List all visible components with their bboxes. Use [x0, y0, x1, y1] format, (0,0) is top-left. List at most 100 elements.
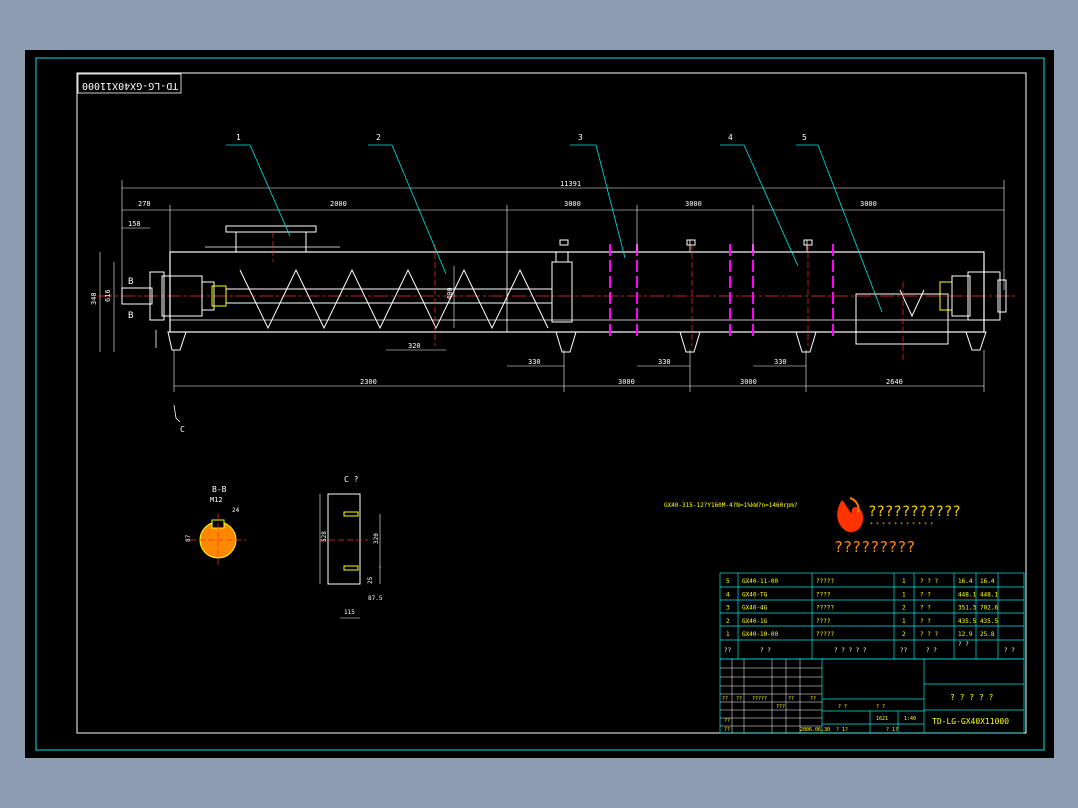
bom-cell-qty: 1	[902, 578, 906, 585]
bom-cell-code: GX40-TG	[742, 591, 768, 598]
tb-cell-6: ???	[776, 704, 785, 710]
tb-cell-4: ??	[788, 696, 794, 702]
bom-cell-w1: 351.3	[958, 605, 976, 612]
dim-height-inner: 616	[104, 289, 112, 302]
section-c-label: C	[180, 425, 185, 434]
dim-bottom-1: 2300	[360, 378, 377, 386]
bom-cell-code: GX40-11-00	[742, 578, 779, 585]
tb-cell-1: ??	[722, 696, 728, 702]
company-subline: * * * * * * * * * * *	[870, 522, 933, 528]
tb-cell-10: ??	[724, 727, 730, 733]
tb-cell-8: ? ?	[876, 704, 885, 710]
bom-cell-qty: 2	[902, 605, 906, 612]
dim-bottom-4: 2640	[886, 378, 903, 386]
bom-cell-w2: 16.4	[980, 578, 995, 585]
cad-drawing-canvas: TD-LG-GX40X11000 11391 278 2000 3000 300…	[25, 50, 1054, 758]
bom-cell-mat: ? ?	[920, 591, 931, 598]
title-code: TD-LG-GX40X11000	[932, 717, 1009, 726]
dim-height-outer: 340	[90, 292, 98, 305]
tb-cell-11: ? 1?	[836, 727, 848, 733]
dim-pitch: 320	[408, 342, 421, 350]
bom-header-rem: ? ?	[1004, 647, 1015, 654]
dim-overall: 11391	[560, 180, 581, 188]
bom-header-mat: ? ?	[926, 647, 937, 654]
dim-spacing-1: 330	[528, 358, 541, 366]
section-bb-subtitle: M12	[210, 496, 223, 504]
tb-cell-7: ? ?	[838, 704, 847, 710]
dim-top-5: 3000	[860, 200, 877, 208]
bom-cell-name: ?????	[816, 605, 834, 612]
section-b-top: B	[128, 277, 133, 287]
bom-cell-w1: 448.1	[958, 591, 976, 598]
dim-spacing-2: 330	[658, 358, 671, 366]
bom-cell-w2: 702.6	[980, 605, 998, 612]
bom-cell-code: GX40-4G	[742, 605, 768, 612]
tb-date: 2006.06.30	[800, 727, 830, 733]
tb-cell-5: ??	[810, 696, 816, 702]
tb-weight: 1621	[876, 716, 888, 722]
dim-top-3: 3000	[564, 200, 581, 208]
detail-offset: 87.5	[368, 595, 383, 602]
drawing-name: ? ? ? ? ?	[950, 693, 994, 702]
bom-cell-qty: 1	[902, 618, 906, 625]
detail-c-title: C ?	[344, 475, 359, 484]
dim-bottom-2: 3000	[618, 378, 635, 386]
tb-cell-3: ?????	[752, 696, 767, 702]
dim-top-1: 278	[138, 200, 151, 208]
bom-cell-w2: 435.5	[980, 618, 998, 625]
bom-header-qty: ??	[900, 647, 908, 654]
tb-cell-2: ??	[736, 696, 742, 702]
callout-4: 4	[728, 133, 733, 142]
section-b-bottom: B	[128, 311, 133, 321]
detail-slot: 320	[373, 533, 380, 544]
bom-cell-no: 2	[726, 618, 730, 625]
spec-note: GX40-315-12?Y160M-4?N=1%kW?n=1460rpm?	[664, 502, 798, 509]
bom-cell-w2: 25.8	[980, 631, 995, 638]
bom-cell-mat: ? ? ?	[920, 578, 938, 585]
bom-cell-mat: ? ?	[920, 618, 931, 625]
callout-2: 2	[376, 133, 381, 142]
bom-cell-qty: 1	[902, 591, 906, 598]
detail-height: 528	[321, 531, 328, 542]
bom-header-no: ??	[724, 647, 732, 654]
code-mirrored-text: TD-LG-GX40X11000	[82, 80, 178, 91]
bom-cell-w2: 448.1	[980, 591, 998, 598]
shaft-diameter: 87	[185, 534, 192, 542]
company-name-garbled: ???????????	[868, 504, 961, 520]
tb-cell-9: ??	[724, 718, 730, 724]
bom-cell-mat: ? ?	[920, 605, 931, 612]
dim-top-2: 2000	[330, 200, 347, 208]
dim-diameter: 400	[446, 287, 454, 300]
dim-spacing-3: 330	[774, 358, 787, 366]
bom-cell-mat: ? ? ?	[920, 631, 938, 638]
dim-top-4: 3000	[685, 200, 702, 208]
bom-header-name: ? ? ? ? ?	[834, 647, 867, 654]
bom-cell-w1: 435.5	[958, 618, 976, 625]
dim-left-offset: 158	[128, 220, 141, 228]
bom-cell-name: ????	[816, 591, 831, 598]
bom-cell-no: 3	[726, 605, 730, 612]
dim-bottom-3: 3000	[740, 378, 757, 386]
section-bb-title: B-B	[212, 485, 227, 494]
callout-5: 5	[802, 133, 807, 142]
bom-cell-code: GX40-1G	[742, 618, 768, 625]
callout-1: 1	[236, 133, 241, 142]
detail-gap: 25	[367, 576, 374, 584]
company-name-cn: ?????????	[834, 538, 915, 556]
bom-cell-name: ?????	[816, 631, 834, 638]
tb-cell-12: ? 1?	[886, 727, 898, 733]
bom-cell-name: ?????	[816, 578, 834, 585]
bom-cell-no: 5	[726, 578, 730, 585]
bom-cell-no: 4	[726, 591, 730, 598]
tb-scale: 1:40	[904, 716, 916, 722]
callout-3: 3	[578, 133, 583, 142]
bom-header-code: ? ?	[760, 647, 771, 654]
bom-cell-no: 1	[726, 631, 730, 638]
bom-header-w: ? ?	[958, 641, 969, 648]
bom-cell-w1: 12.9	[958, 631, 973, 638]
bom-cell-code: GX40-10-00	[742, 631, 779, 638]
bom-cell-w1: 16.4	[958, 578, 973, 585]
bom-cell-name: ????	[816, 618, 831, 625]
bom-cell-qty: 2	[902, 631, 906, 638]
detail-width: 115	[344, 609, 355, 616]
